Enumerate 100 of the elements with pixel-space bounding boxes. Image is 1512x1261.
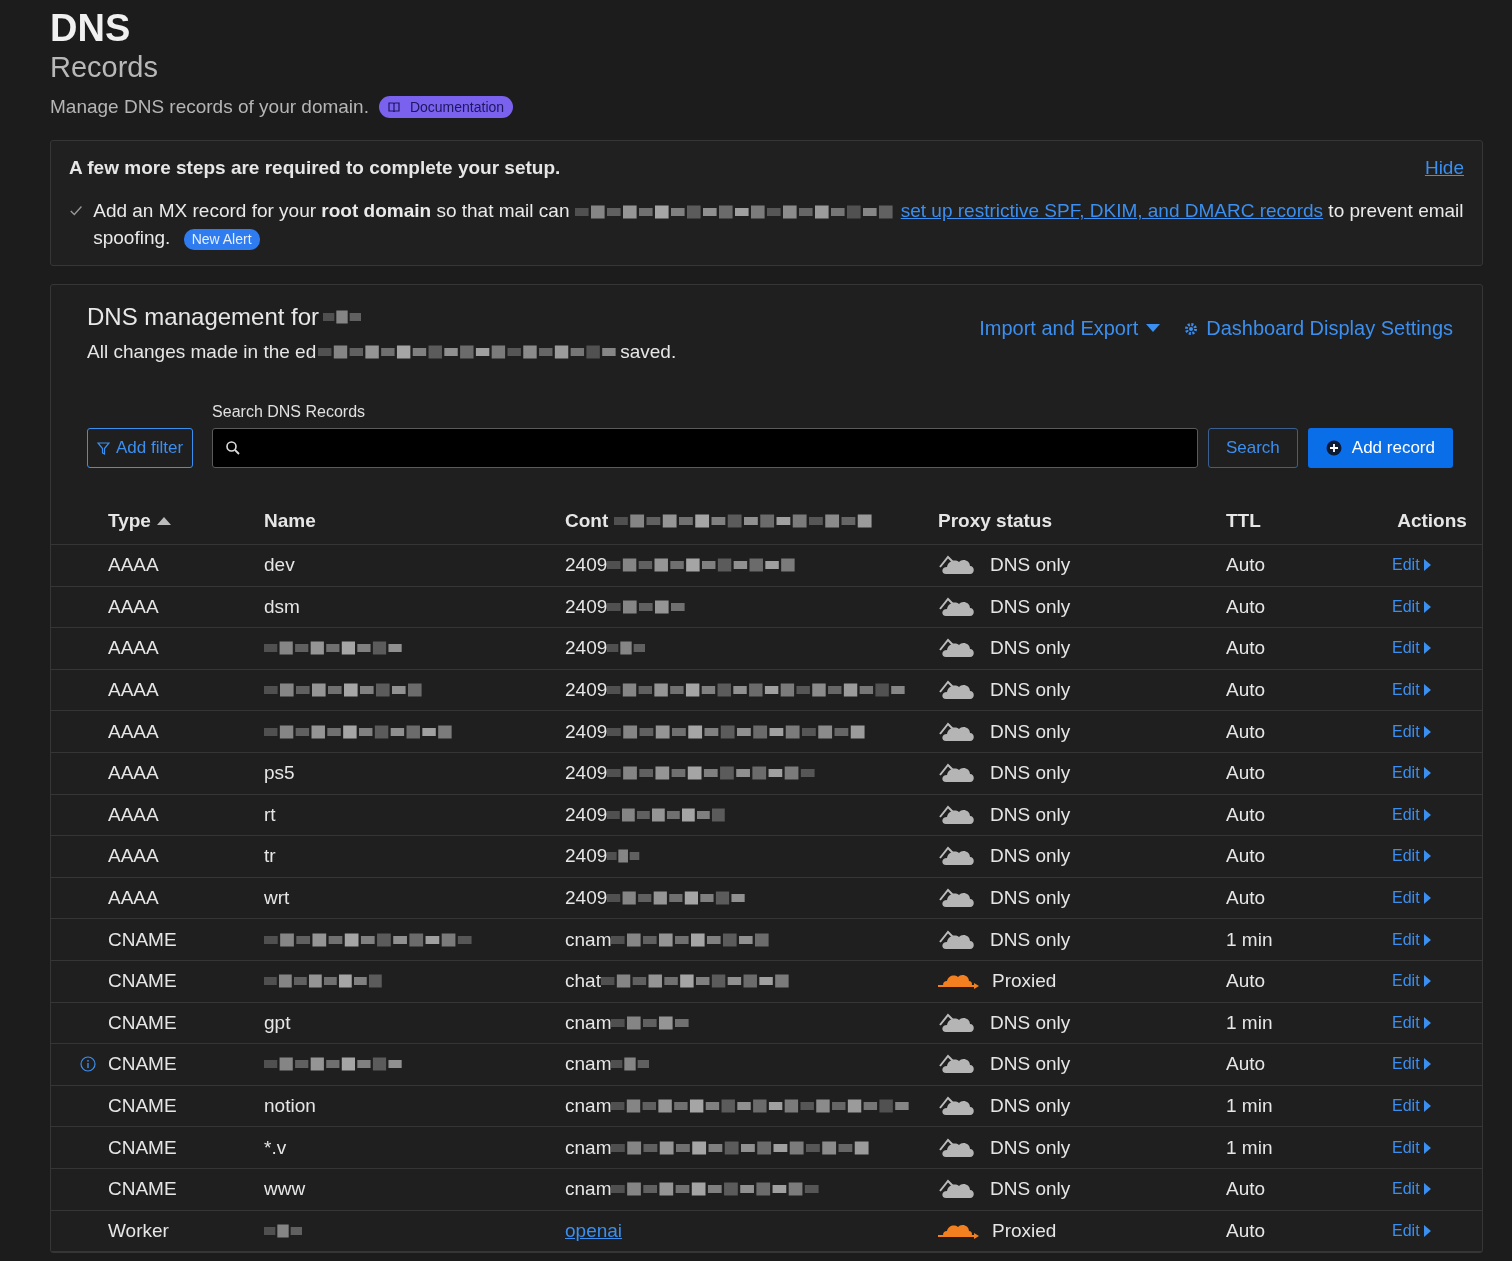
caret-icon xyxy=(1423,892,1431,905)
caret-icon xyxy=(1423,1224,1431,1237)
proxy-status: DNS only xyxy=(990,1178,1071,1201)
ttl-cell-text: Auto xyxy=(1226,1053,1267,1076)
caret-icon xyxy=(1423,975,1431,988)
ttl-cell-text: Auto xyxy=(1226,845,1267,868)
type-cell-text: AAAA xyxy=(108,762,160,785)
text: cnam xyxy=(565,1095,612,1117)
caret-icon xyxy=(1423,725,1431,738)
ttl-cell-text: Auto xyxy=(1226,595,1267,618)
type-cell-text: AAAA xyxy=(108,720,160,743)
text: ps5 xyxy=(264,762,295,785)
text: tr xyxy=(264,845,276,868)
ttl-cell-text: Auto xyxy=(1226,720,1267,743)
edit-link[interactable]: Edit xyxy=(1392,639,1431,658)
edit-link[interactable]: Edit xyxy=(1392,972,1431,991)
link[interactable]: openai xyxy=(565,1219,623,1242)
proxy-status: DNS only xyxy=(990,1136,1071,1159)
type-cell-text: CNAME xyxy=(108,1178,178,1201)
setup-heading: A few more steps are required to complete your setup. xyxy=(69,157,561,179)
text: chat xyxy=(565,970,601,993)
text: dsm xyxy=(264,595,300,618)
text: rt xyxy=(264,803,276,826)
display-settings-link[interactable]: Dashboard Display Settings xyxy=(1184,317,1453,340)
import-export-menu[interactable]: Import and Export xyxy=(979,317,1161,340)
edit-link[interactable]: Edit xyxy=(1392,1221,1431,1240)
proxy-status: DNS only xyxy=(990,1053,1071,1076)
proxy-status: DNS only xyxy=(990,803,1071,826)
search-icon xyxy=(225,440,242,456)
text: 2409 xyxy=(565,803,608,826)
edit-link[interactable]: Edit xyxy=(1392,681,1431,700)
type-cell-text: CNAME xyxy=(108,1053,178,1076)
type-cell-text: Worker xyxy=(108,1219,170,1242)
type-cell-text: AAAA xyxy=(108,637,160,660)
text: wrt xyxy=(264,887,290,910)
proxy-status: DNS only xyxy=(990,595,1071,618)
search-label: Search DNS Records xyxy=(212,403,367,421)
edit-link[interactable]: Edit xyxy=(1392,1013,1431,1032)
caret-icon xyxy=(1423,850,1431,863)
caret-icon xyxy=(1423,642,1431,655)
type-cell-text: AAAA xyxy=(108,803,160,826)
column-header: Type xyxy=(108,510,151,532)
column-header: TTL xyxy=(1226,510,1261,532)
filter-icon xyxy=(97,441,110,455)
text: 2409 xyxy=(565,595,608,618)
caret-icon xyxy=(1423,1058,1431,1071)
add-filter-button[interactable]: Add filter xyxy=(87,428,194,468)
search-field[interactable] xyxy=(212,428,1198,468)
ttl-cell-text: Auto xyxy=(1226,970,1267,993)
caret-icon xyxy=(1423,1141,1431,1154)
edit-link[interactable]: Edit xyxy=(1392,556,1431,575)
info-icon[interactable] xyxy=(80,1056,96,1073)
text: cnam xyxy=(565,1011,612,1034)
search-button[interactable]: Search xyxy=(1207,428,1298,468)
proxy-status: Proxied xyxy=(992,1219,1057,1242)
edit-link[interactable]: Edit xyxy=(1392,1055,1431,1074)
proxy-status: DNS only xyxy=(990,637,1071,660)
add-record-button[interactable]: Add record xyxy=(1307,428,1453,468)
caret-icon xyxy=(1423,1100,1431,1112)
type-cell-text: CNAME xyxy=(108,928,178,951)
type-cell-text: AAAA xyxy=(108,679,160,702)
page-description: Manage DNS records of your domain. xyxy=(50,96,369,118)
caret-icon xyxy=(1423,559,1431,572)
column-header: Name xyxy=(264,510,316,532)
text: cnam xyxy=(565,1053,612,1076)
spf-dkim-dmarc-link[interactable]: set up restrictive SPF, DKIM, and DMARC records xyxy=(900,200,1324,221)
ttl-cell-text: Auto xyxy=(1226,803,1267,826)
edit-link[interactable]: Edit xyxy=(1392,764,1431,783)
proxy-status: DNS only xyxy=(990,1095,1071,1117)
proxy-status: DNS only xyxy=(990,887,1071,910)
edit-link[interactable]: Edit xyxy=(1392,847,1431,866)
type-cell-text: CNAME xyxy=(108,1011,178,1034)
text: 2409 xyxy=(565,554,608,577)
sort-icon[interactable] xyxy=(156,517,171,525)
text: gpt xyxy=(264,1011,291,1034)
book-icon xyxy=(387,101,400,113)
hide-link[interactable]: Hide xyxy=(1424,157,1464,179)
page-subtitle: Records xyxy=(50,50,159,84)
edit-link[interactable]: Edit xyxy=(1392,597,1431,616)
proxy-status: DNS only xyxy=(990,679,1071,702)
proxy-status: DNS only xyxy=(990,845,1071,868)
text: 2409 xyxy=(565,845,608,868)
documentation-link[interactable]: Documentation xyxy=(378,96,514,118)
edit-link[interactable]: Edit xyxy=(1392,1180,1431,1199)
caret-icon xyxy=(1146,324,1161,333)
edit-link[interactable]: Edit xyxy=(1392,1138,1431,1157)
proxy-status: DNS only xyxy=(990,1011,1071,1034)
proxy-status: Proxied xyxy=(992,970,1057,993)
text: saved. xyxy=(620,341,677,363)
ttl-cell-text: Auto xyxy=(1226,887,1267,910)
edit-link[interactable]: Edit xyxy=(1392,805,1431,824)
edit-link[interactable]: Edit xyxy=(1392,930,1431,949)
proxy-status: DNS only xyxy=(990,928,1071,951)
plus-icon xyxy=(1325,440,1342,456)
type-cell-text: AAAA xyxy=(108,887,160,910)
edit-link[interactable]: Edit xyxy=(1392,722,1431,741)
text: 2409 xyxy=(565,887,608,910)
caret-icon xyxy=(1423,1016,1431,1029)
edit-link[interactable]: Edit xyxy=(1392,1097,1431,1115)
edit-link[interactable]: Edit xyxy=(1392,889,1431,908)
